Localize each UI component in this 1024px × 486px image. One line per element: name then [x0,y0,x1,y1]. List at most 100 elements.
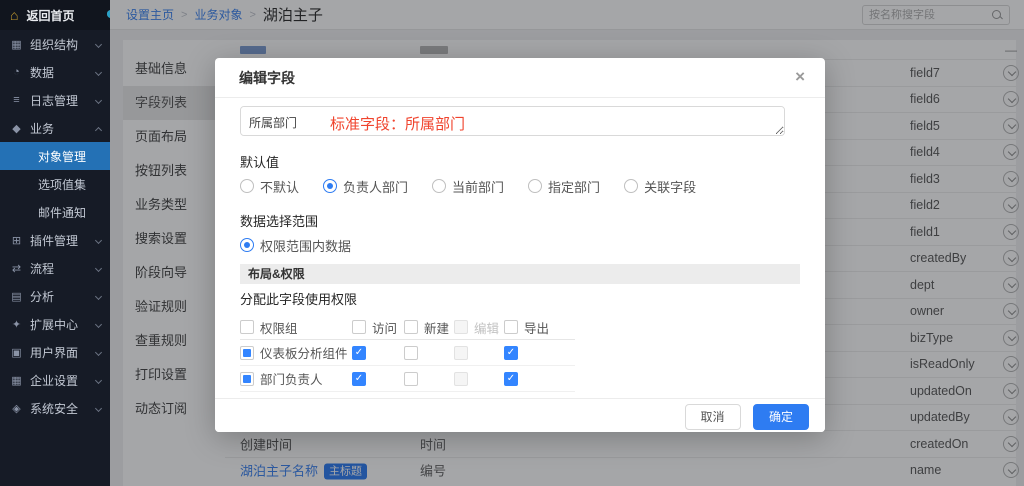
radio-icon [323,179,337,193]
chevron-down-icon [95,97,102,104]
permission-row-仪表板分析组件: 仪表板分析组件 [240,339,575,365]
checkbox-unchecked-icon[interactable] [404,346,418,360]
chevron-down-icon [95,69,102,76]
field-name-wrapper: 标准字段：所属部门 [240,106,800,136]
org-icon: ▦ [10,38,23,51]
default-value-option-负责人部门[interactable]: 负责人部门 [323,177,408,196]
perm-cell [352,372,404,386]
chevron-down-icon [95,349,102,356]
perm-cell [404,372,454,386]
sidebar-item-label: 用户界面 [30,344,78,361]
checkbox-disabled-icon [454,346,468,360]
perm-col-导出: 导出 [504,318,559,337]
chevron-down-icon [95,321,102,328]
perm-group-name: 部门负责人 [260,369,323,388]
sidebar-item-home[interactable]: ⌂ 返回首页 [0,0,110,30]
radio-label: 关联字段 [644,177,696,196]
sidebar-item-7[interactable]: 选项值集 [0,170,110,198]
checkbox-unchecked-icon[interactable] [240,320,254,334]
layout-permission-section-header: 布局&权限 [240,264,800,284]
sidebar-item-16[interactable]: ◈系统安全 [0,394,110,422]
gear-icon: ▦ [10,374,23,387]
plugin-icon: ⊞ [10,234,23,247]
sidebar-item-label: 流程 [30,260,54,277]
sidebar-item-1[interactable]: ▦ 组织结构 [0,30,110,58]
modal-footer: 取消 确定 [215,398,825,432]
clock-icon: ◔ [10,66,23,78]
checkbox-checked-icon[interactable] [352,372,366,386]
modal-body: 标准字段：所属部门 默认值 不默认负责人部门当前部门指定部门关联字段 数据选择范… [215,98,825,398]
chevron-down-icon [95,237,102,244]
radio-label: 指定部门 [548,177,600,196]
perm-col-label: 导出 [524,318,549,337]
checkbox-checked-icon[interactable] [352,346,366,360]
chevron-up-icon [95,127,102,134]
sidebar-item-3[interactable]: ≡日志管理 [0,86,110,114]
sidebar-item-9[interactable]: ⊞ 插件管理 [0,226,110,254]
radio-label: 不默认 [260,177,299,196]
confirm-button[interactable]: 确定 [753,404,809,430]
sidebar-item-label: 组织结构 [30,36,78,53]
modal-header: 编辑字段 × [215,58,825,98]
checkbox-disabled-icon [454,372,468,386]
flow-icon: ⇄ [10,262,23,275]
default-value-option-不默认[interactable]: 不默认 [240,177,299,196]
home-icon: ⌂ [10,8,18,22]
data-scope-option-权限范围内数据[interactable]: 权限范围内数据 [240,236,351,255]
radio-icon [624,179,638,193]
close-icon[interactable]: × [791,58,809,98]
sidebar-item-15[interactable]: ▦企业设置 [0,366,110,394]
chevron-down-icon [95,293,102,300]
sidebar-item-label: 数据 [30,64,54,81]
sidebar-item-8[interactable]: 邮件通知 [0,198,110,226]
sidebar-item-13[interactable]: ▣ 用户界面 [0,338,110,366]
sidebar-item-label: 系统安全 [30,400,78,417]
checkbox-checked-icon[interactable] [504,346,518,360]
perm-col-权限组: 权限组 [240,318,352,337]
checkbox-checked-icon[interactable] [504,372,518,386]
checkbox-indeterminate-icon[interactable] [240,372,254,386]
default-value-option-关联字段[interactable]: 关联字段 [624,177,696,196]
checkbox-unchecked-icon[interactable] [404,320,418,334]
chevron-down-icon [95,377,102,384]
field-name-textarea[interactable] [240,106,785,136]
window-icon: ▣ [10,346,23,359]
chevron-down-icon [95,405,102,412]
sidebar-item-5[interactable]: ◆业务 [0,114,110,142]
default-value-option-指定部门[interactable]: 指定部门 [528,177,600,196]
sidebar-item-label: 邮件通知 [38,204,86,221]
perm-col-访问: 访问 [352,318,404,337]
perm-cell [504,372,559,386]
sidebar-item-label: 扩展中心 [30,316,78,333]
sidebar: ⌂ 返回首页 ◎管理▦组织结构◔数据≡日志管理○平台工具◆业务对象管理选项值集邮… [0,0,110,486]
chevron-down-icon [95,265,102,272]
sidebar-item-label: 分析 [30,288,54,305]
default-value-radio-group: 不默认 负责人部门 当前部门 指定部门 关联字段 [240,177,800,195]
sidebar-item-2[interactable]: ◔ 数据 [0,58,110,86]
radio-label: 当前部门 [452,177,504,196]
sidebar-item-label: 插件管理 [30,232,78,249]
default-value-option-当前部门[interactable]: 当前部门 [432,177,504,196]
sidebar-home-label: 返回首页 [26,7,74,24]
sidebar-item-6[interactable]: 对象管理 [0,142,110,170]
checkbox-unchecked-icon[interactable] [404,372,418,386]
sidebar-item-11[interactable]: ▤ 分析 [0,282,110,310]
cancel-button[interactable]: 取消 [685,404,741,430]
data-scope-label: 数据选择范围 [240,211,800,230]
checkbox-indeterminate-icon[interactable] [240,346,254,360]
permission-row-部门负责人: 部门负责人 [240,365,575,391]
perm-col-label: 新建 [424,318,449,337]
radio-label: 负责人部门 [343,177,408,196]
sidebar-item-12[interactable]: ✦ 扩展中心 [0,310,110,338]
permission-row-员工: 员工 [240,391,575,398]
checkbox-unchecked-icon[interactable] [352,320,366,334]
expand-icon: ✦ [10,318,23,331]
perm-group-name: 仪表板分析组件 [260,343,348,362]
edit-field-modal: 编辑字段 × 标准字段：所属部门 默认值 不默认负责人部门当前部门指定部门关联字… [215,58,825,432]
assign-permission-label: 分配此字段使用权限 [240,289,800,308]
sidebar-item-10[interactable]: ⇄ 流程 [0,254,110,282]
checkbox-unchecked-icon[interactable] [504,320,518,334]
chart-icon: ▤ [10,290,23,303]
permission-matrix: 权限组访问新建编辑导出仪表板分析组件部门负责人员工部门管理员 [240,315,575,398]
app-window: ⌂ 返回首页 ◎管理▦组织结构◔数据≡日志管理○平台工具◆业务对象管理选项值集邮… [0,0,1024,486]
